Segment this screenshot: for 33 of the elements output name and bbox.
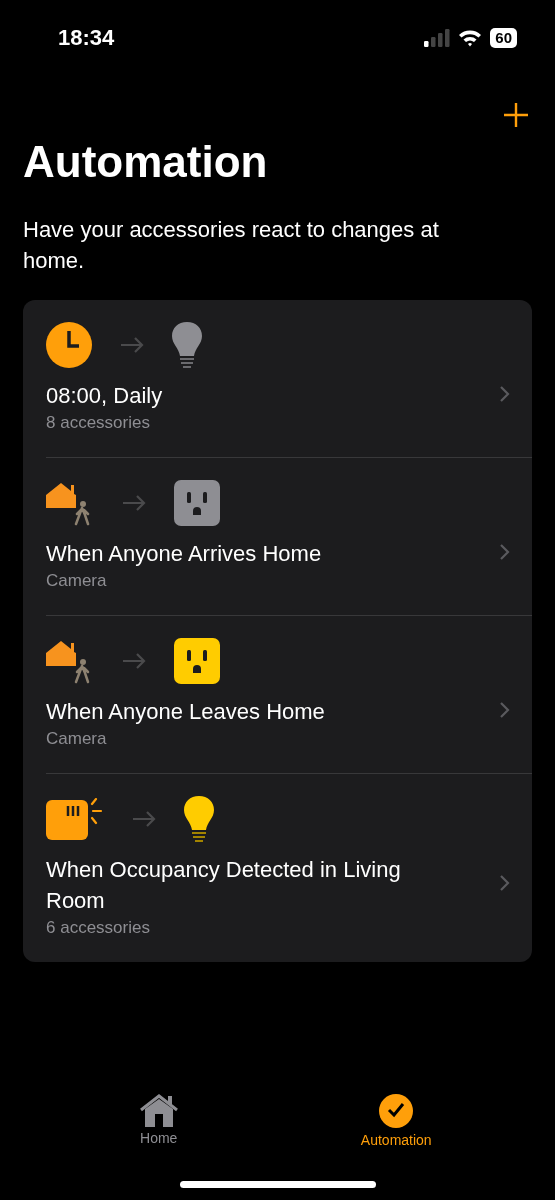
chevron-icon bbox=[499, 874, 510, 892]
automation-title: When Anyone Leaves Home bbox=[46, 698, 326, 726]
battery-indicator: 60 bbox=[490, 28, 517, 48]
arrow-icon bbox=[132, 811, 156, 827]
signal-icon bbox=[424, 29, 451, 47]
arrow-icon bbox=[122, 495, 146, 511]
automation-row[interactable]: When Anyone Arrives Home Camera bbox=[46, 458, 532, 616]
automation-row[interactable]: When Anyone Leaves Home Camera bbox=[46, 616, 532, 774]
wifi-icon bbox=[458, 29, 483, 47]
automation-title: When Anyone Arrives Home bbox=[46, 540, 323, 568]
add-button[interactable] bbox=[503, 102, 529, 128]
automation-detail: 6 accessories bbox=[46, 917, 151, 939]
chevron-icon bbox=[499, 700, 510, 719]
arrow-icon bbox=[120, 337, 144, 353]
page-title: Automation bbox=[23, 136, 269, 188]
automation-row[interactable]: 08:00, Daily 8 accessories bbox=[46, 300, 532, 458]
clock-icon bbox=[46, 322, 92, 368]
clock-check-icon bbox=[378, 1094, 415, 1130]
home-icon bbox=[138, 1094, 179, 1128]
automation-detail: Camera bbox=[46, 570, 108, 592]
chevron-icon bbox=[499, 384, 510, 403]
automation-title: 08:00, Daily bbox=[46, 382, 164, 410]
motion-sensor-icon bbox=[46, 798, 104, 840]
status-time: 18:34 bbox=[58, 25, 115, 51]
automation-title: When Occupancy Detected in Living Room bbox=[46, 856, 402, 915]
automation-detail: Camera bbox=[46, 728, 108, 750]
tab-button[interactable]: Automation bbox=[326, 1093, 467, 1149]
tab-button[interactable]: Home bbox=[88, 1093, 229, 1149]
automation-row[interactable]: When Occupancy Detected in Living Room 6 accessories bbox=[46, 774, 532, 962]
page-subtitle: Have your accessories react to changes at home. bbox=[23, 216, 440, 275]
automation-detail: 8 accessories bbox=[46, 412, 151, 434]
arrow-icon bbox=[122, 653, 146, 669]
chevron-icon bbox=[499, 542, 510, 561]
